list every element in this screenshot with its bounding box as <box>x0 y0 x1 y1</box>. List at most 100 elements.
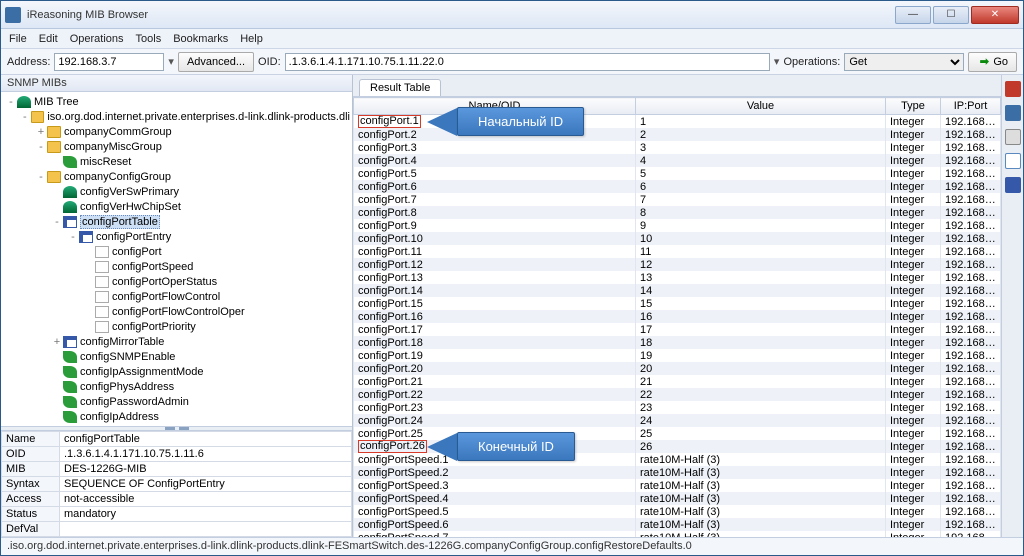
address-dropdown-icon[interactable]: ▾ <box>168 55 174 68</box>
cell-value: 24 <box>636 414 886 427</box>
tree-node[interactable]: -configPortTable <box>5 214 350 229</box>
table-row[interactable]: configPort.1919Integer192.168.3... <box>354 349 1001 362</box>
cell-value: rate10M-Half (3) <box>636 453 886 466</box>
table-row[interactable]: configPortSpeed.3rate10M-Half (3)Integer… <box>354 479 1001 492</box>
table-row[interactable]: configPort.1010Integer192.168.3... <box>354 232 1001 245</box>
oid-input[interactable] <box>285 53 770 71</box>
cell-value: 7 <box>636 193 886 206</box>
operations-select[interactable]: Get <box>844 53 964 71</box>
cell-ip: 192.168.3... <box>941 375 1001 388</box>
tree-expander-icon[interactable]: + <box>35 126 47 138</box>
tree-node[interactable]: configPortSpeed <box>5 259 350 274</box>
table-row[interactable]: configPort.55Integer192.168.3... <box>354 167 1001 180</box>
oid-dropdown-icon[interactable]: ▾ <box>774 55 780 68</box>
table-row[interactable]: configPort.2323Integer192.168.3... <box>354 401 1001 414</box>
tree-node[interactable]: configVerSwPrimary <box>5 184 350 199</box>
menu-bookmarks[interactable]: Bookmarks <box>173 33 228 45</box>
table-row[interactable]: configPort.88Integer192.168.3... <box>354 206 1001 219</box>
tree-node[interactable]: +configMirrorTable <box>5 334 350 349</box>
cell-value: rate10M-Half (3) <box>636 479 886 492</box>
menu-help[interactable]: Help <box>240 33 263 45</box>
cell-type: Integer <box>886 219 941 232</box>
cell-type: Integer <box>886 349 941 362</box>
table-row[interactable]: configPort.1515Integer192.168.3... <box>354 297 1001 310</box>
table-row[interactable]: configPort.66Integer192.168.3... <box>354 180 1001 193</box>
copy-icon[interactable] <box>1005 129 1021 145</box>
cell-type: Integer <box>886 479 941 492</box>
table-row[interactable]: configPort.1717Integer192.168.3... <box>354 323 1001 336</box>
table-row[interactable]: configPortSpeed.2rate10M-Half (3)Integer… <box>354 466 1001 479</box>
cell-type: Integer <box>886 388 941 401</box>
menu-tools[interactable]: Tools <box>136 33 162 45</box>
tree-node[interactable]: configSNMPEnable <box>5 349 350 364</box>
cell-value: 10 <box>636 232 886 245</box>
grid-icon[interactable] <box>1005 177 1021 193</box>
cell-ip: 192.168.3... <box>941 154 1001 167</box>
cell-value: 23 <box>636 401 886 414</box>
cell-name: configPortSpeed.3 <box>354 479 636 492</box>
table-row[interactable]: configPort.2020Integer192.168.3... <box>354 362 1001 375</box>
tree-node[interactable]: +companyCommGroup <box>5 124 350 139</box>
menu-operations[interactable]: Operations <box>70 33 124 45</box>
minimize-button[interactable]: — <box>895 6 931 24</box>
tree-node[interactable]: configPortPriority <box>5 319 350 334</box>
result-grid[interactable]: Name/OIDValueTypeIP:PortconfigPort.11Int… <box>353 97 1001 537</box>
table-row[interactable]: configPort.1111Integer192.168.3... <box>354 245 1001 258</box>
folder-icon <box>47 171 61 183</box>
table-row[interactable]: configPort.77Integer192.168.3... <box>354 193 1001 206</box>
table-row[interactable]: configPort.1616Integer192.168.3... <box>354 310 1001 323</box>
table-row[interactable]: configPortSpeed.4rate10M-Half (3)Integer… <box>354 492 1001 505</box>
tree-node[interactable]: configPortFlowControlOper <box>5 304 350 319</box>
table-row[interactable]: configPort.99Integer192.168.3... <box>354 219 1001 232</box>
column-header[interactable]: Value <box>636 98 886 115</box>
column-header[interactable]: Type <box>886 98 941 115</box>
tree-node[interactable]: configIpAssignmentMode <box>5 364 350 379</box>
tree-node[interactable]: configPhysAddress <box>5 379 350 394</box>
table-row[interactable]: configPortSpeed.6rate10M-Half (3)Integer… <box>354 518 1001 531</box>
window-title: iReasoning MIB Browser <box>27 9 895 21</box>
table-row[interactable]: configPortSpeed.7rate10M-Half (3)Integer… <box>354 531 1001 537</box>
tree-node[interactable]: configIpAddress <box>5 409 350 424</box>
table-row[interactable]: configPortSpeed.5rate10M-Half (3)Integer… <box>354 505 1001 518</box>
table-row[interactable]: configPort.2424Integer192.168.3... <box>354 414 1001 427</box>
delete-icon[interactable] <box>1005 81 1021 97</box>
tree-expander-icon[interactable]: - <box>51 216 63 228</box>
tab-result-table[interactable]: Result Table <box>359 79 441 96</box>
tree-expander-icon[interactable]: + <box>51 336 63 348</box>
table-row[interactable]: configPort.1818Integer192.168.3... <box>354 336 1001 349</box>
tree-node[interactable]: -configPortEntry <box>5 229 350 244</box>
table-row[interactable]: configPort.1414Integer192.168.3... <box>354 284 1001 297</box>
tree-node[interactable]: configPasswordAdmin <box>5 394 350 409</box>
column-header[interactable]: IP:Port <box>941 98 1001 115</box>
tree-expander-icon[interactable]: - <box>35 141 47 153</box>
tree-expander-icon[interactable]: - <box>35 171 47 183</box>
tree-expander-icon[interactable]: - <box>67 231 79 243</box>
mib-tree[interactable]: -MIB Tree-iso.org.dod.internet.private.e… <box>1 92 352 426</box>
table-row[interactable]: configPort.1212Integer192.168.3... <box>354 258 1001 271</box>
tree-node[interactable]: configPortOperStatus <box>5 274 350 289</box>
close-button[interactable]: ✕ <box>971 6 1019 24</box>
go-button[interactable]: ➡Go <box>968 52 1017 72</box>
maximize-button[interactable]: ☐ <box>933 6 969 24</box>
advanced-button[interactable]: Advanced... <box>178 52 254 72</box>
tree-node[interactable]: configPortFlowControl <box>5 289 350 304</box>
table-row[interactable]: configPort.2121Integer192.168.3... <box>354 375 1001 388</box>
tree-node[interactable]: miscReset <box>5 154 350 169</box>
tree-node[interactable]: configPort <box>5 244 350 259</box>
table-row[interactable]: configPort.1313Integer192.168.3... <box>354 271 1001 284</box>
table-row[interactable]: configPort.44Integer192.168.3... <box>354 154 1001 167</box>
right-panel: Result Table Name/OIDValueTypeIP:Portcon… <box>353 75 1001 537</box>
search-icon[interactable] <box>1005 153 1021 169</box>
menu-edit[interactable]: Edit <box>39 33 58 45</box>
table-row[interactable]: configPort.33Integer192.168.3... <box>354 141 1001 154</box>
tree-node[interactable]: -companyConfigGroup <box>5 169 350 184</box>
export-icon[interactable] <box>1005 105 1021 121</box>
tree-label: configIpAddress <box>80 411 159 423</box>
address-input[interactable] <box>54 53 164 71</box>
titlebar[interactable]: iReasoning MIB Browser — ☐ ✕ <box>1 1 1023 29</box>
table-row[interactable]: configPort.2222Integer192.168.3... <box>354 388 1001 401</box>
tree-node[interactable]: configVerHwChipSet <box>5 199 350 214</box>
cell-name: configPort.17 <box>354 323 636 336</box>
menu-file[interactable]: File <box>9 33 27 45</box>
tree-node[interactable]: -companyMiscGroup <box>5 139 350 154</box>
